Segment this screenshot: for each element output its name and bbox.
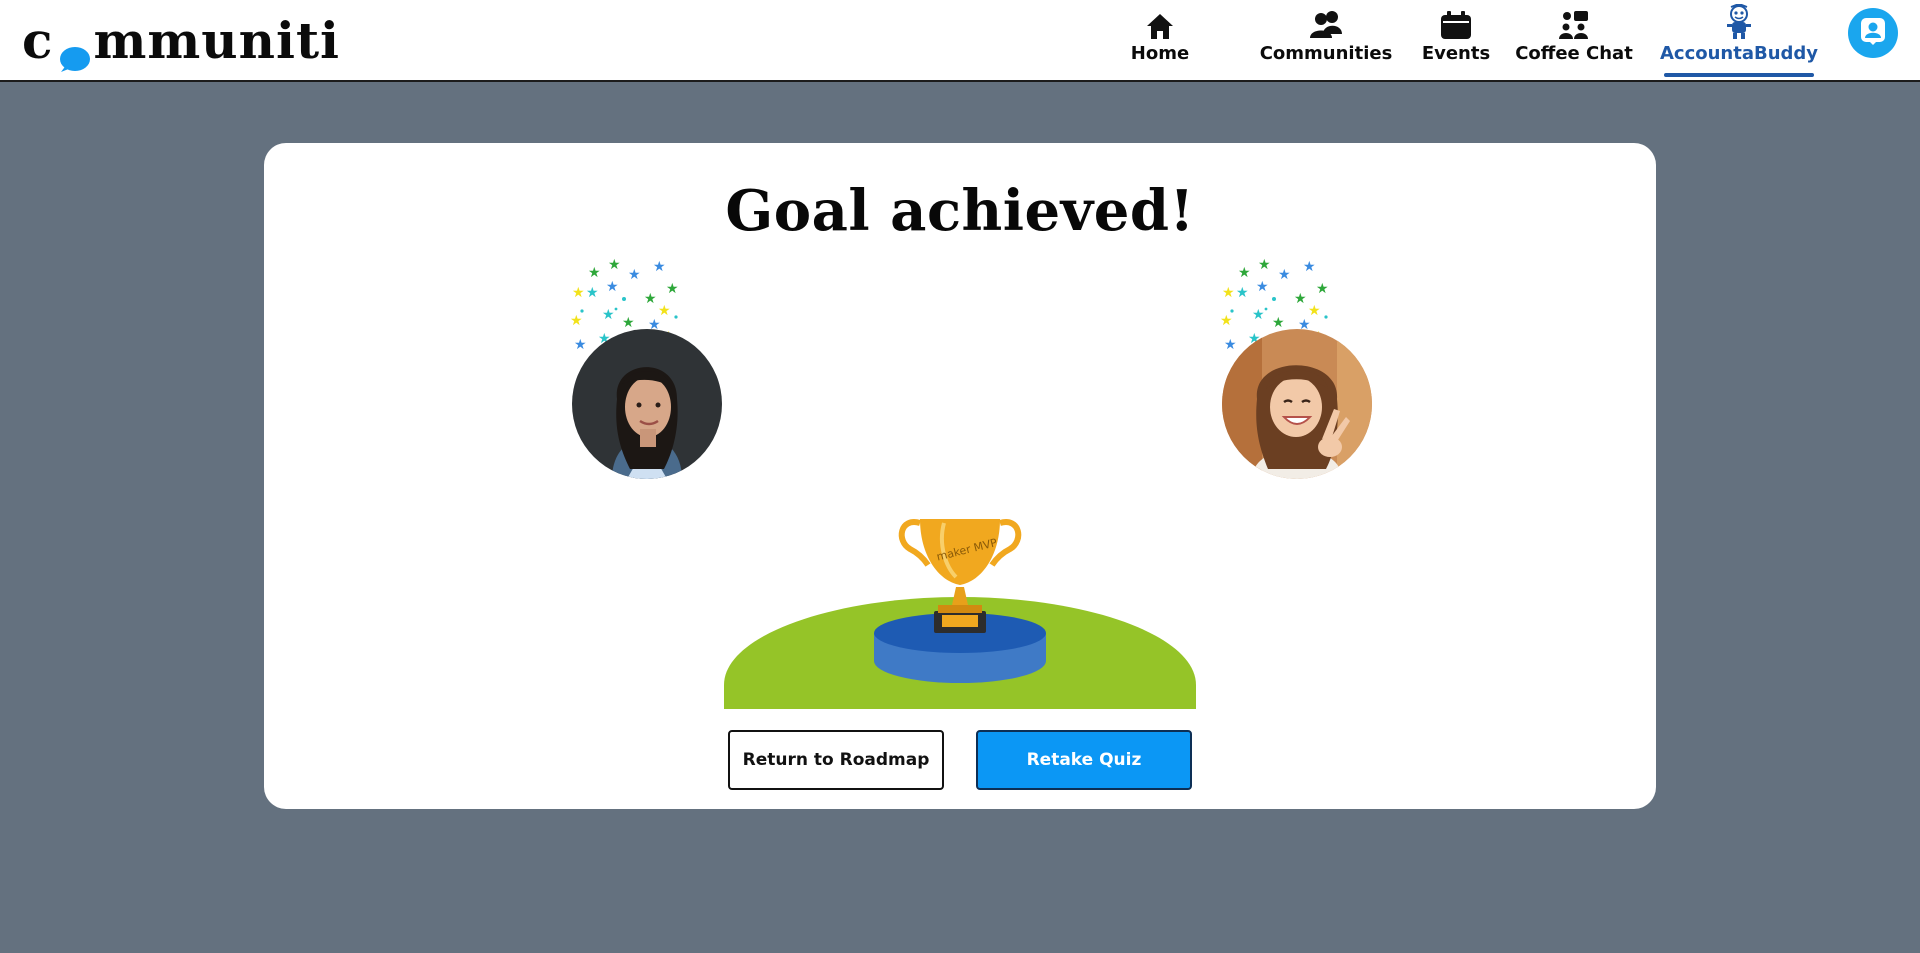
user-profile-button[interactable] xyxy=(1848,8,1898,58)
svg-text:★: ★ xyxy=(1222,285,1235,301)
goal-achieved-card: Goal achieved! ★ ★ ★ ★ ★ ★ ★ ★ ★ ★ ★ ★ ★ ★ ★ ★ ★… xyxy=(264,143,1656,809)
nav-accountabuddy[interactable]: AccountaBuddy xyxy=(1660,4,1818,77)
nav-events[interactable]: Events xyxy=(1421,6,1491,76)
retake-quiz-button[interactable]: Retake Quiz xyxy=(976,730,1192,790)
svg-text:★: ★ xyxy=(653,259,666,275)
buddy-avatar-right xyxy=(1222,329,1372,479)
top-navigation-bar: c mmuniti Home Communities Events Coffee… xyxy=(0,0,1920,82)
nav-coffee-chat[interactable]: Coffee Chat xyxy=(1514,6,1634,76)
svg-text:★: ★ xyxy=(1272,315,1285,331)
user-profile-icon xyxy=(1858,16,1888,51)
svg-text:★: ★ xyxy=(572,285,585,301)
nav-accountabuddy-label: AccountaBuddy xyxy=(1659,43,1819,64)
svg-text:★: ★ xyxy=(588,265,601,281)
nav-communities-label: Communities xyxy=(1259,43,1393,64)
accountabuddy-mascot-icon xyxy=(1721,4,1757,40)
svg-text:★: ★ xyxy=(608,257,621,273)
nav-coffee-chat-label: Coffee Chat xyxy=(1515,43,1633,64)
svg-text:★: ★ xyxy=(1294,291,1307,307)
svg-text:★: ★ xyxy=(1316,281,1329,297)
nav-events-label: Events xyxy=(1421,43,1491,64)
svg-text:★: ★ xyxy=(666,281,679,297)
svg-text:★: ★ xyxy=(1252,307,1265,323)
svg-text:★: ★ xyxy=(622,315,635,331)
home-icon xyxy=(1145,6,1175,40)
nav-communities[interactable]: Communities xyxy=(1256,6,1396,76)
logo-text-end: mmuniti xyxy=(93,10,341,70)
right-buddy-avatar-group: ★★ ★★ ★★ ★★ ★★ ★★ ★★ ★★ ★★ xyxy=(1208,257,1372,497)
nav-home[interactable]: Home xyxy=(1125,6,1195,76)
return-to-roadmap-button[interactable]: Return to Roadmap xyxy=(728,730,944,790)
svg-text:★: ★ xyxy=(586,285,599,301)
svg-text:★: ★ xyxy=(1236,285,1249,301)
speech-bubble-icon xyxy=(55,29,91,72)
svg-text:★: ★ xyxy=(1220,313,1233,329)
coffee-chat-icon xyxy=(1557,6,1591,40)
svg-text:★: ★ xyxy=(574,337,587,353)
page-title: Goal achieved! xyxy=(725,178,1195,244)
logo-text-start: c xyxy=(22,10,54,70)
communities-icon xyxy=(1309,6,1343,40)
svg-text:★: ★ xyxy=(1278,267,1291,283)
active-tab-indicator xyxy=(1664,73,1814,77)
svg-text:★: ★ xyxy=(606,279,619,295)
svg-text:★: ★ xyxy=(644,291,657,307)
svg-text:★: ★ xyxy=(1256,279,1269,295)
svg-text:★: ★ xyxy=(602,307,615,323)
svg-text:★: ★ xyxy=(570,313,583,329)
calendar-icon xyxy=(1440,6,1472,40)
buddy-avatar-left xyxy=(572,329,722,479)
svg-text:★: ★ xyxy=(1303,259,1316,275)
trophy-illustration: maker MVP xyxy=(724,515,1196,709)
svg-text:★: ★ xyxy=(628,267,641,283)
svg-text:★: ★ xyxy=(1224,337,1237,353)
left-buddy-avatar-group: ★★ ★★ ★★ ★★ ★★ ★★ ★★ ★★ ★★ xyxy=(558,257,722,497)
nav-home-label: Home xyxy=(1130,43,1190,64)
svg-text:★: ★ xyxy=(1238,265,1251,281)
svg-text:★: ★ xyxy=(1258,257,1271,273)
communiti-logo[interactable]: c mmuniti xyxy=(22,10,341,72)
